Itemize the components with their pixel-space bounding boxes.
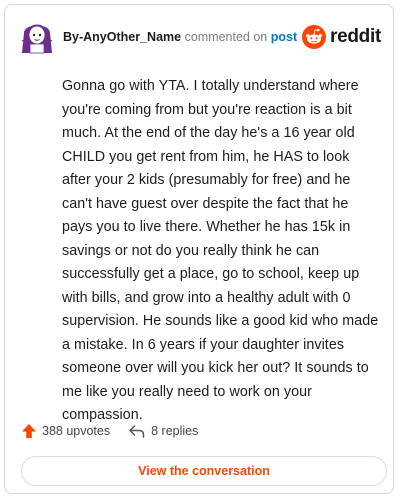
replies-stat[interactable]: 8 replies xyxy=(128,423,198,439)
commented-on-text: commented on xyxy=(184,30,268,44)
reddit-logo[interactable]: reddit xyxy=(302,25,381,49)
reply-arrow-icon xyxy=(129,425,145,438)
username-link[interactable]: By-AnyOther_Name xyxy=(63,30,181,44)
comment-stats: 388 upvotes 8 replies xyxy=(21,419,198,443)
byline: By-AnyOther_Name commented on post xyxy=(63,30,297,44)
view-conversation-button[interactable]: View the conversation xyxy=(21,456,387,486)
upvotes-count: 388 upvotes xyxy=(42,424,111,438)
replies-count: 8 replies xyxy=(151,424,199,438)
upvotes-stat[interactable]: 388 upvotes xyxy=(21,423,110,439)
upvote-arrow-icon xyxy=(22,424,36,438)
reddit-snoo-icon xyxy=(302,25,327,49)
user-avatar-icon[interactable] xyxy=(19,19,55,55)
reddit-wordmark: reddit xyxy=(330,26,381,47)
comment-body: Gonna go with YTA. I totally understand … xyxy=(62,78,379,423)
comment-header: By-AnyOther_Name commented on post reddi… xyxy=(19,15,381,59)
comment-card: By-AnyOther_Name commented on post reddi… xyxy=(4,4,394,494)
post-link[interactable]: post xyxy=(271,30,297,44)
